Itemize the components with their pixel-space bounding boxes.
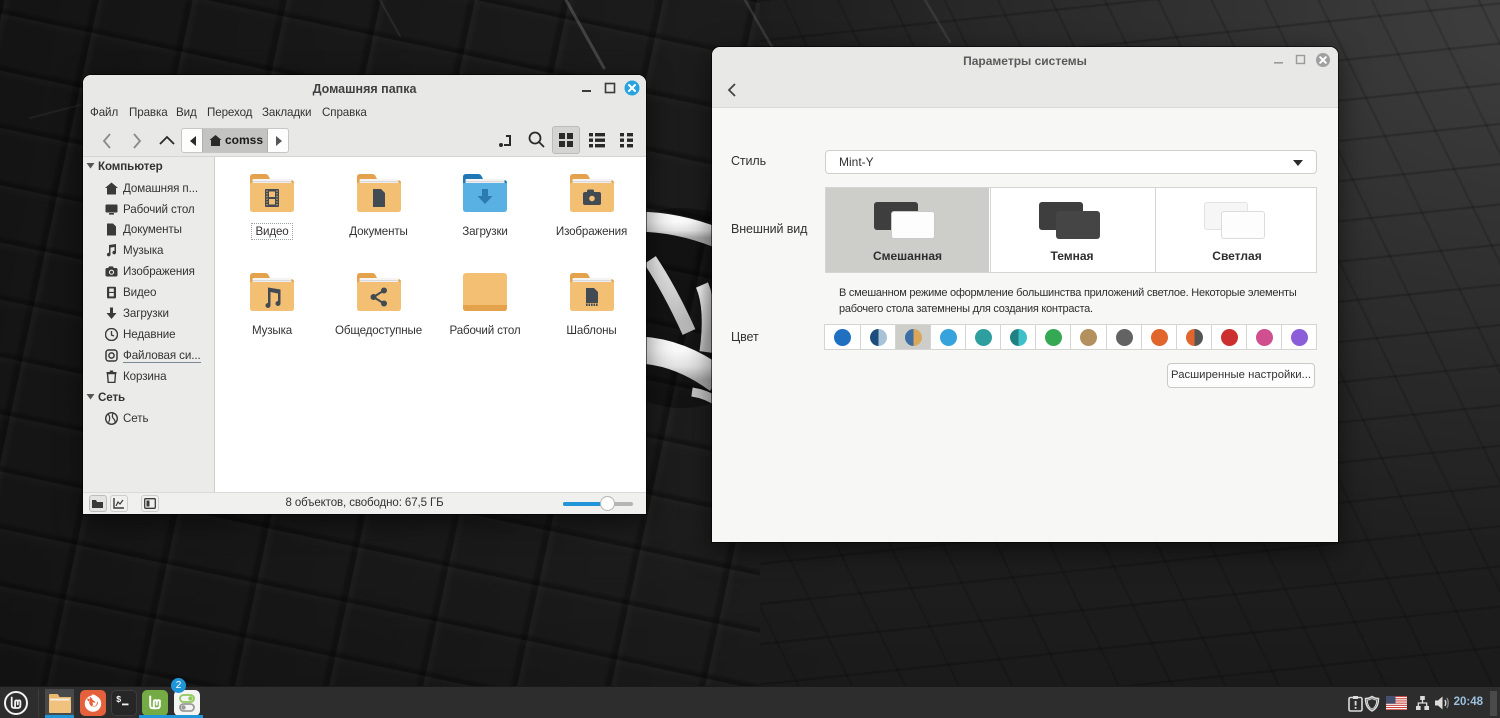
svg-text:$: $ [116, 695, 122, 705]
